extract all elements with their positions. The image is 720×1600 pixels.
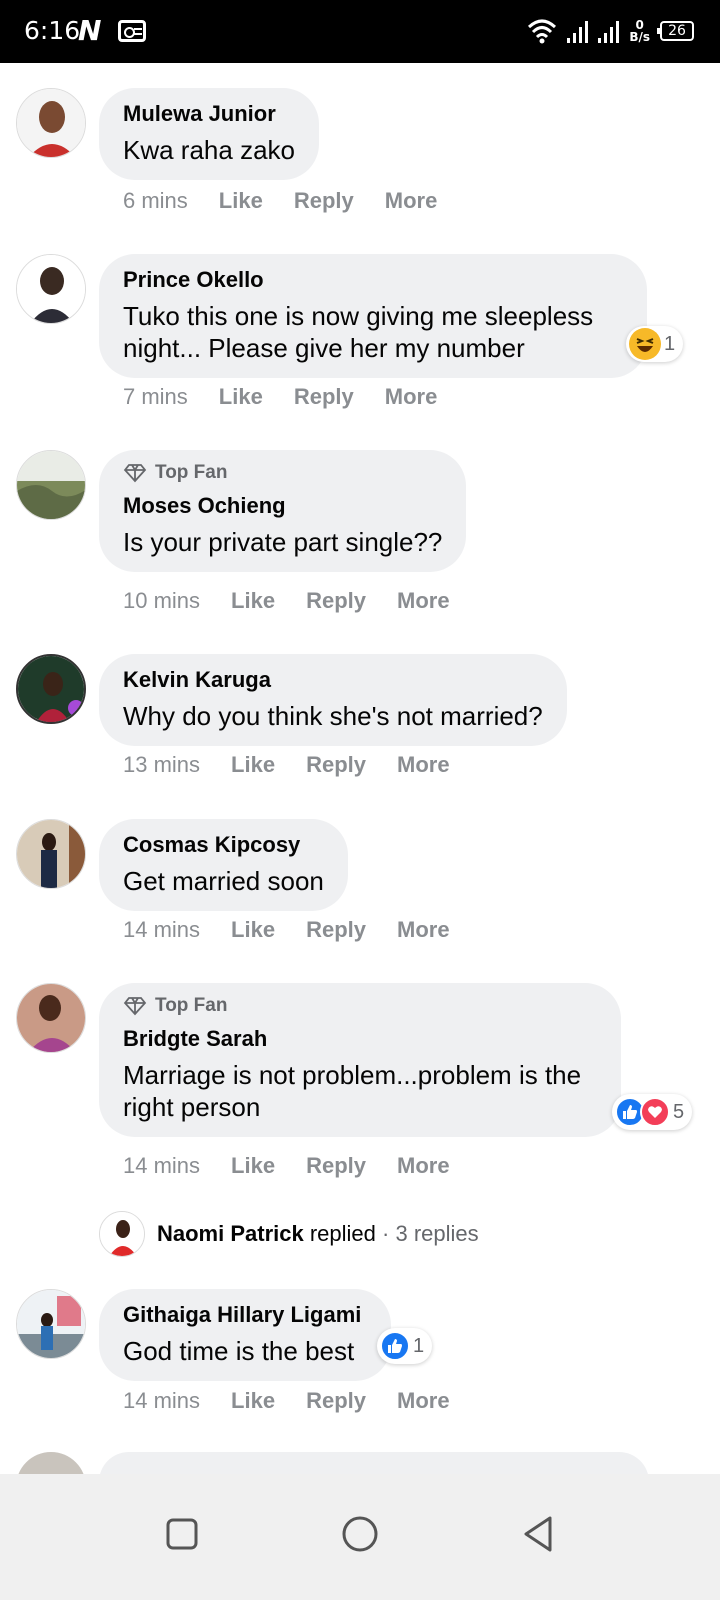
battery-icon: 26	[657, 21, 694, 41]
reply-button[interactable]: Reply	[306, 1153, 366, 1179]
comment-time[interactable]: 13 mins	[123, 752, 200, 778]
comment-bubble[interactable]: Top Fan Bridgte Sarah Marriage is not pr…	[99, 983, 621, 1137]
more-button[interactable]: More	[397, 588, 450, 614]
like-button[interactable]: Like	[219, 384, 263, 410]
reply-button[interactable]: Reply	[294, 188, 354, 214]
comment-bubble[interactable]: Cosmas Kipcosy Get married soon	[99, 819, 348, 911]
comment-author[interactable]: Bridgte Sarah	[123, 1025, 597, 1053]
reply-button[interactable]: Reply	[306, 588, 366, 614]
reply-avatar	[99, 1211, 145, 1257]
diamond-icon	[123, 997, 147, 1016]
home-button[interactable]	[330, 1504, 390, 1564]
comment-time[interactable]: 14 mins	[123, 917, 200, 943]
comment-time[interactable]: 6 mins	[123, 188, 188, 214]
message-notification-icon	[118, 20, 146, 42]
comment-text: Marriage is not problem...problem is the…	[123, 1060, 582, 1122]
avatar[interactable]	[16, 450, 86, 520]
signal-2-icon	[598, 19, 620, 43]
clock: 6:16	[24, 16, 81, 45]
reaction-badge[interactable]: 5	[612, 1094, 693, 1130]
more-button[interactable]: More	[397, 1153, 450, 1179]
comment-bubble[interactable]: Githaiga Hillary Ligami God time is the …	[99, 1289, 391, 1381]
reaction-badge[interactable]: 1	[377, 1328, 433, 1364]
comment-text: Get married soon	[123, 866, 324, 896]
comment-time[interactable]: 10 mins	[123, 588, 200, 614]
haha-icon	[629, 328, 661, 360]
avatar[interactable]	[16, 88, 86, 158]
reply-count: · 3 replies	[382, 1221, 479, 1246]
triangle-back-icon	[524, 1516, 552, 1552]
comment-time[interactable]: 14 mins	[123, 1153, 200, 1179]
comment-text: God time is the best	[123, 1336, 355, 1366]
comment-text: Kwa raha zako	[123, 135, 295, 165]
comment-author[interactable]: Prince Okello	[123, 266, 623, 294]
more-button[interactable]: More	[397, 752, 450, 778]
system-nav-bar	[0, 1474, 720, 1600]
comment-author[interactable]: Moses Ochieng	[123, 492, 442, 520]
comment-time[interactable]: 7 mins	[123, 384, 188, 410]
love-icon	[640, 1097, 670, 1127]
like-button[interactable]: Like	[231, 752, 275, 778]
like-icon	[380, 1331, 410, 1361]
like-button[interactable]: Like	[231, 917, 275, 943]
comment-bubble[interactable]: Mulewa Junior Kwa raha zako	[99, 88, 319, 180]
comment-text: Tuko this one is now giving me sleepless…	[123, 301, 594, 363]
avatar[interactable]	[16, 983, 86, 1053]
comment-time[interactable]: 14 mins	[123, 1388, 200, 1414]
reaction-badge[interactable]: 1	[626, 326, 684, 362]
comment-author[interactable]: Cosmas Kipcosy	[123, 831, 324, 859]
comment-bubble[interactable]: Kelvin Karuga Why do you think she's not…	[99, 654, 567, 746]
comment-text: Is your private part single??	[123, 527, 443, 557]
wifi-icon	[528, 19, 557, 44]
reaction-count: 1	[664, 332, 676, 355]
net-speed: 0 B/s	[629, 18, 650, 44]
reaction-count: 5	[673, 1100, 685, 1123]
like-button[interactable]: Like	[231, 1153, 275, 1179]
reaction-count: 1	[413, 1334, 425, 1357]
comment-author[interactable]: Kelvin Karuga	[123, 666, 543, 694]
square-icon	[166, 1518, 198, 1550]
more-button[interactable]: More	[385, 188, 438, 214]
comment-author[interactable]: Mulewa Junior	[123, 100, 295, 128]
like-button[interactable]: Like	[231, 1388, 275, 1414]
more-button[interactable]: More	[385, 384, 438, 410]
reply-button[interactable]: Reply	[306, 752, 366, 778]
comment-text: Why do you think she's not married?	[123, 701, 543, 731]
diamond-icon	[123, 464, 147, 483]
top-fan-badge: Top Fan	[123, 462, 442, 484]
like-button[interactable]: Like	[219, 188, 263, 214]
carrier-icon: N	[78, 14, 102, 47]
replied-label: replied	[309, 1221, 376, 1246]
avatar[interactable]	[16, 254, 86, 324]
circle-icon	[342, 1516, 378, 1552]
top-fan-badge: Top Fan	[123, 995, 597, 1017]
status-bar: 6:16 N 0 B/s 26	[0, 0, 720, 63]
reply-button[interactable]: Reply	[306, 1388, 366, 1414]
more-button[interactable]: More	[397, 917, 450, 943]
more-button[interactable]: More	[397, 1388, 450, 1414]
reply-button[interactable]: Reply	[306, 917, 366, 943]
recents-button[interactable]	[152, 1504, 212, 1564]
reply-button[interactable]: Reply	[294, 384, 354, 410]
avatar[interactable]	[16, 654, 86, 724]
comment-author[interactable]: Githaiga Hillary Ligami	[123, 1301, 367, 1329]
comment-bubble[interactable]: Prince Okello Tuko this one is now givin…	[99, 254, 647, 378]
view-replies-link[interactable]: Naomi Patrick replied · 3 replies	[99, 1211, 479, 1257]
signal-1-icon	[567, 19, 589, 43]
avatar[interactable]	[16, 819, 86, 889]
replier-name: Naomi Patrick	[157, 1221, 304, 1246]
back-button[interactable]	[508, 1504, 568, 1564]
like-button[interactable]: Like	[231, 588, 275, 614]
comment-bubble[interactable]: Top Fan Moses Ochieng Is your private pa…	[99, 450, 467, 572]
avatar[interactable]	[16, 1289, 86, 1359]
